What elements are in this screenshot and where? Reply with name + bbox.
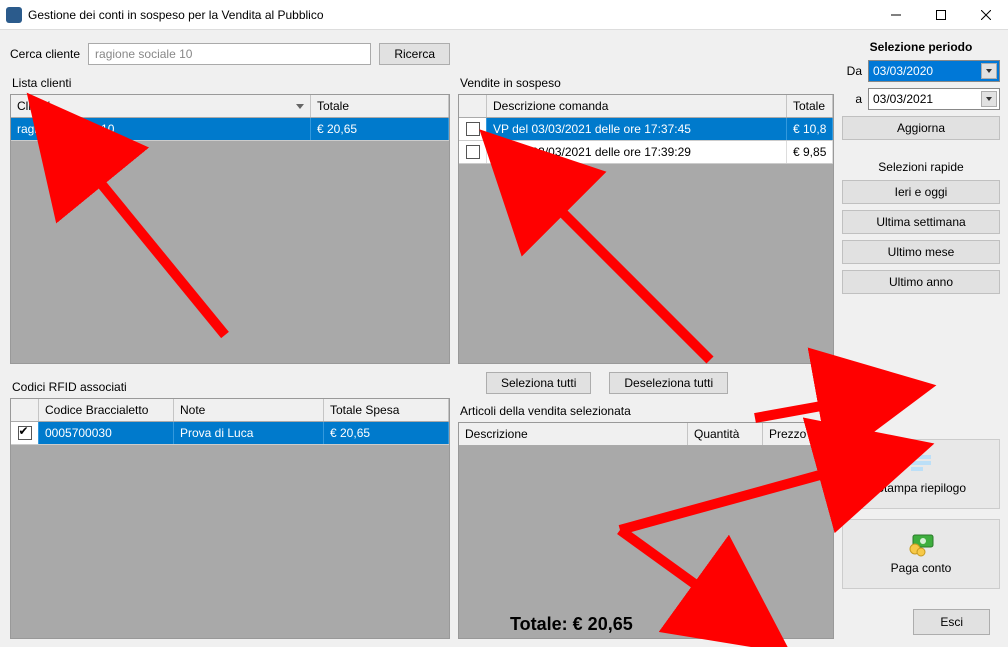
quick-title: Selezioni rapide (842, 160, 1000, 174)
checkbox-icon (466, 122, 480, 136)
client-name-cell: ragione sociale 10 (11, 118, 311, 140)
sales-col-desc[interactable]: Descrizione comanda (487, 95, 787, 117)
date-from-field[interactable]: 03/03/2020 (868, 60, 1000, 82)
sales-check-cell[interactable] (459, 141, 487, 163)
window-title: Gestione dei conti in sospeso per la Ven… (28, 8, 873, 22)
sales-grid[interactable]: Descrizione comanda Totale VP del 03/03/… (458, 94, 834, 364)
articles-section-label: Articoli della vendita selezionata (460, 404, 834, 418)
clients-col-total[interactable]: Totale (311, 95, 449, 117)
app-icon (6, 7, 22, 23)
search-label: Cerca cliente (10, 47, 80, 61)
checkbox-icon (18, 426, 32, 440)
exit-button[interactable]: Esci (913, 609, 990, 635)
date-from-label: Da (842, 64, 862, 78)
rfid-note-cell: Prova di Luca (174, 422, 324, 444)
titlebar: Gestione dei conti in sospeso per la Ven… (0, 0, 1008, 30)
sales-row[interactable]: VP del 03/03/2021 delle ore 17:39:29 € 9… (459, 141, 833, 164)
grand-total: Totale: € 20,65 (510, 614, 633, 635)
print-label: Stampa riepilogo (876, 481, 966, 495)
search-input[interactable] (88, 43, 371, 65)
clients-col-name[interactable]: Clienti (11, 95, 311, 117)
sales-total-cell: € 10,8 (787, 118, 833, 140)
quick-last-year-button[interactable]: Ultimo anno (842, 270, 1000, 294)
quick-yesterday-today-button[interactable]: Ieri e oggi (842, 180, 1000, 204)
quick-last-month-button[interactable]: Ultimo mese (842, 240, 1000, 264)
clients-section-label: Lista clienti (12, 76, 450, 90)
select-all-button[interactable]: Seleziona tutti (486, 372, 591, 394)
articles-col-price[interactable]: Prezzo (763, 423, 833, 445)
deselect-all-button[interactable]: Deseleziona tutti (609, 372, 728, 394)
articles-grid[interactable]: Descrizione Quantità Prezzo (458, 422, 834, 639)
sales-col-total[interactable]: Totale (787, 95, 833, 117)
maximize-button[interactable] (918, 0, 963, 30)
rfid-row[interactable]: 0005700030 Prova di Luca € 20,65 (11, 422, 449, 445)
date-to-label: a (842, 92, 862, 106)
rfid-total-cell: € 20,65 (324, 422, 449, 444)
rfid-grid[interactable]: Codice Braccialetto Note Totale Spesa 00… (10, 398, 450, 639)
clients-grid[interactable]: Clienti Totale ragione sociale 10 € 20,6… (10, 94, 450, 364)
print-summary-button[interactable]: Stampa riepilogo (842, 439, 1000, 509)
search-button[interactable]: Ricerca (379, 43, 450, 65)
checkbox-icon (466, 145, 480, 159)
rfid-section-label: Codici RFID associati (12, 380, 450, 394)
close-button[interactable] (963, 0, 1008, 30)
rfid-col-code[interactable]: Codice Braccialetto (39, 399, 174, 421)
sales-desc-cell: VP del 03/03/2021 delle ore 17:37:45 (487, 118, 787, 140)
quick-last-week-button[interactable]: Ultima settimana (842, 210, 1000, 234)
rfid-col-note[interactable]: Note (174, 399, 324, 421)
sales-section-label: Vendite in sospeso (460, 76, 834, 90)
refresh-button[interactable]: Aggiorna (842, 116, 1000, 140)
sales-total-cell: € 9,85 (787, 141, 833, 163)
date-to-field[interactable]: 03/03/2021 (868, 88, 1000, 110)
client-total-cell: € 20,65 (311, 118, 449, 140)
sales-check-cell[interactable] (459, 118, 487, 140)
sales-desc-cell: VP del 03/03/2021 delle ore 17:39:29 (487, 141, 787, 163)
rfid-col-total[interactable]: Totale Spesa (324, 399, 449, 421)
minimize-button[interactable] (873, 0, 918, 30)
articles-col-desc[interactable]: Descrizione (459, 423, 688, 445)
sales-row[interactable]: VP del 03/03/2021 delle ore 17:37:45 € 1… (459, 118, 833, 141)
pay-label: Paga conto (891, 561, 952, 575)
clients-row[interactable]: ragione sociale 10 € 20,65 (11, 118, 449, 141)
rfid-code-cell: 0005700030 (39, 422, 174, 444)
rfid-col-check[interactable] (11, 399, 39, 421)
date-to-value: 03/03/2021 (873, 92, 933, 106)
sales-col-check[interactable] (459, 95, 487, 117)
articles-col-qty[interactable]: Quantità (688, 423, 763, 445)
chevron-down-icon[interactable] (981, 63, 997, 79)
date-from-value: 03/03/2020 (873, 64, 933, 78)
rfid-check-cell[interactable] (11, 422, 39, 444)
window-controls (873, 0, 1008, 30)
chevron-down-icon[interactable] (981, 91, 997, 107)
pay-account-button[interactable]: Paga conto (842, 519, 1000, 589)
money-coins-icon (907, 533, 935, 557)
document-lines-icon (907, 453, 935, 477)
period-title: Selezione periodo (842, 40, 1000, 54)
